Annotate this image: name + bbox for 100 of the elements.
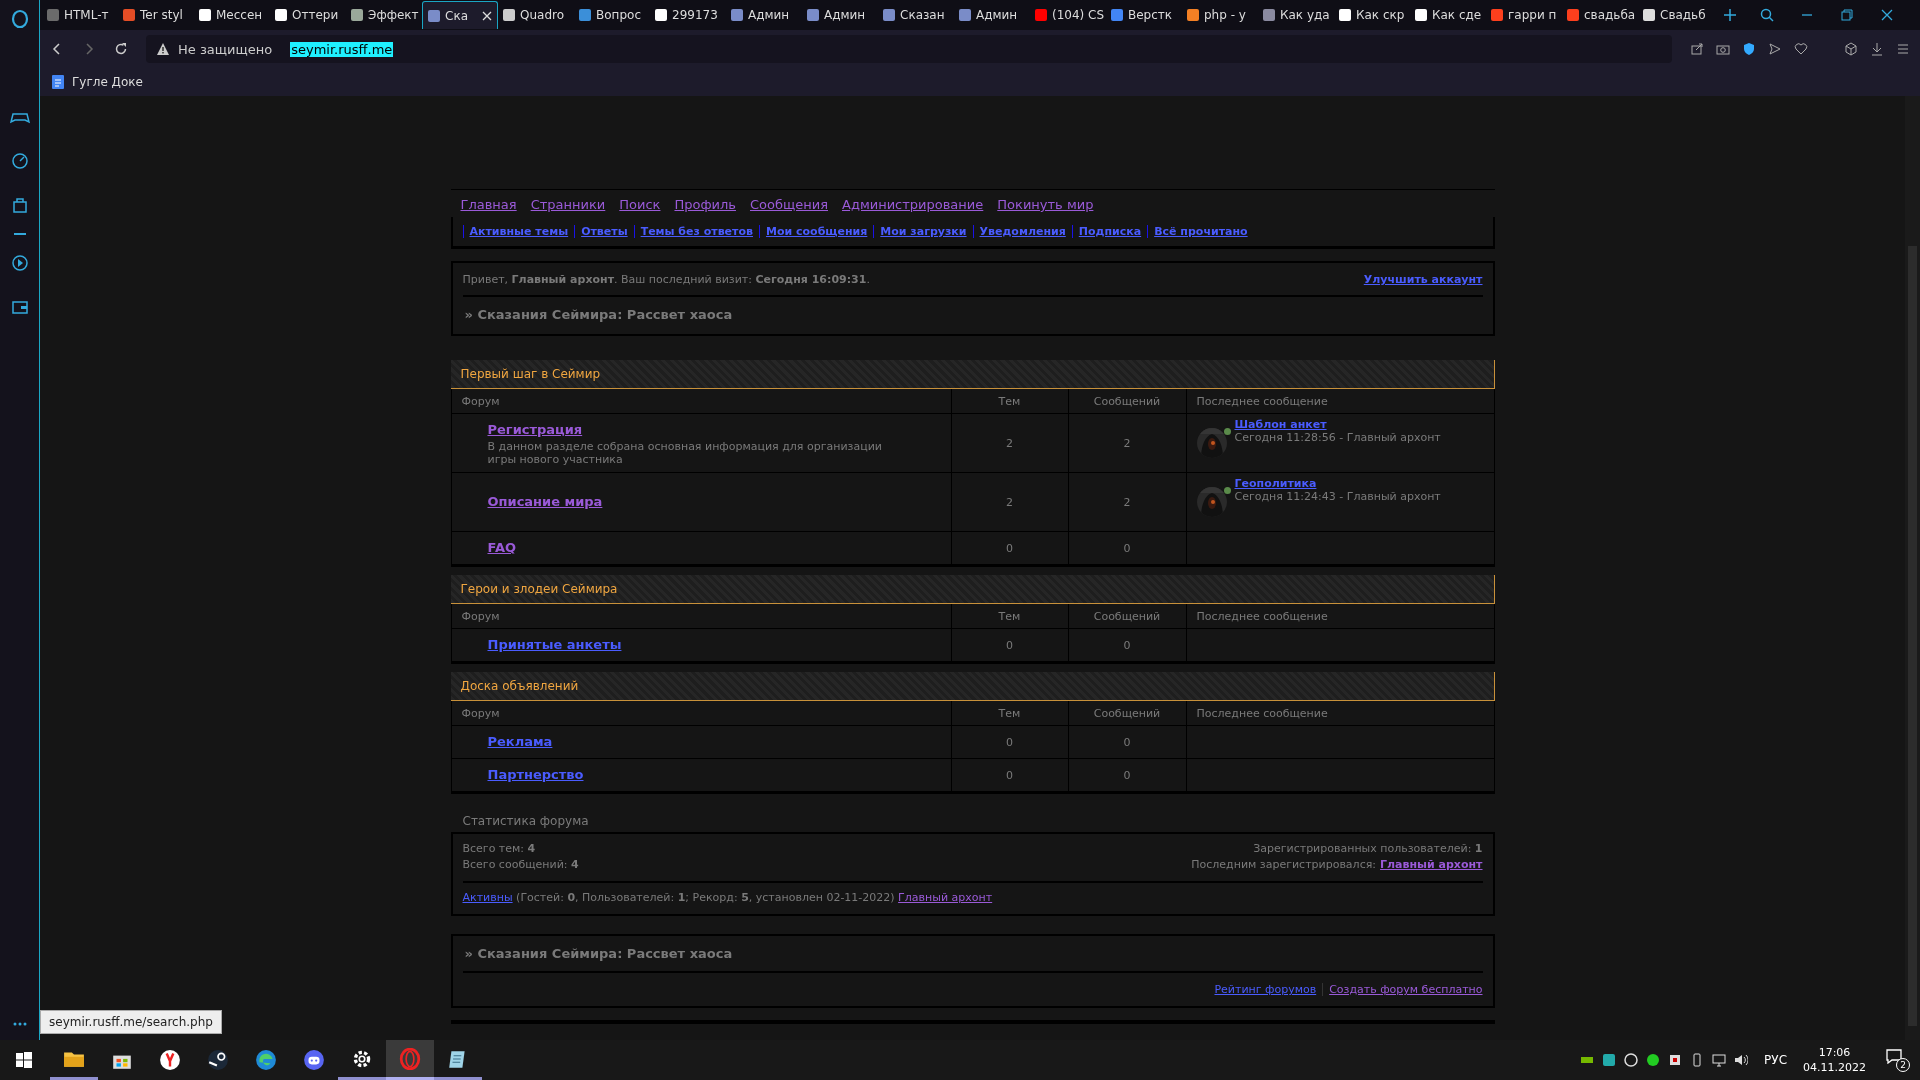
browser-tab[interactable]: Админ	[726, 1, 802, 29]
cube-icon[interactable]	[1844, 42, 1858, 56]
browser-tab[interactable]: Оттери	[270, 1, 346, 29]
browser-tab[interactable]: Вопрос	[574, 1, 650, 29]
bookmark[interactable]: Гугле Доке	[52, 75, 143, 89]
browser-tab[interactable]: Quadro	[498, 1, 574, 29]
shield-icon[interactable]	[1742, 42, 1756, 56]
browser-tab[interactable]: гарри п	[1486, 1, 1562, 29]
nav-link[interactable]: Покинуть мир	[997, 197, 1094, 212]
restore-icon[interactable]	[1840, 8, 1854, 22]
browser-tab[interactable]: свадьба	[1562, 1, 1638, 29]
browser-tab[interactable]: php - у	[1182, 1, 1258, 29]
column-header: Последнее сообщение	[1195, 608, 1329, 625]
notification-icon	[1886, 1048, 1902, 1064]
more-icon[interactable]	[12, 1022, 27, 1026]
discord-icon	[303, 1049, 325, 1071]
table-cell: 0	[1006, 768, 1013, 782]
nav-link[interactable]: Подписка	[1071, 225, 1148, 238]
nav-link[interactable]: Активные темы	[462, 225, 575, 238]
stats-title: Статистика форума	[461, 813, 590, 830]
table-cell: 0	[1123, 541, 1131, 555]
forum-link[interactable]: Реклама	[487, 732, 553, 752]
nav-link[interactable]: Странники	[530, 197, 606, 212]
browser-tab[interactable]: Мессен	[194, 1, 270, 29]
browser-tab[interactable]: Админ	[954, 1, 1030, 29]
browser-tab[interactable]: Админ	[802, 1, 878, 29]
browser-tab[interactable]: Ска	[422, 1, 498, 29]
nav-link[interactable]: Поиск	[619, 197, 661, 212]
browser-tab[interactable]: Эффект	[346, 1, 422, 29]
column-header: Форум	[451, 389, 952, 413]
table-cell: 0	[1123, 638, 1131, 652]
browser-tab[interactable]: HTML-т	[42, 1, 118, 29]
opera-icon	[399, 1047, 421, 1070]
post-meta: Сегодня 11:28:56 - Главный архонт	[1234, 431, 1441, 444]
app-tray-icon[interactable]	[1646, 1053, 1661, 1067]
column-header: Тем	[951, 389, 1069, 413]
browser-tab[interactable]: Сказан	[878, 1, 954, 29]
close-icon[interactable]	[1880, 8, 1894, 22]
browser-icon	[159, 1049, 181, 1071]
nav-link[interactable]: Сообщения	[750, 197, 828, 212]
app-tray-icon[interactable]	[1668, 1053, 1683, 1067]
upgrade-link[interactable]: Улучшить аккаунт	[1363, 273, 1483, 286]
warning-icon	[156, 42, 170, 56]
footer-link[interactable]: Создать форум бесплатно	[1322, 983, 1483, 996]
volume-icon[interactable]	[1734, 1053, 1749, 1067]
heart-icon[interactable]	[1794, 42, 1808, 56]
search-icon[interactable]	[1760, 8, 1774, 22]
app-tray-icon[interactable]	[1624, 1053, 1639, 1067]
url-text: seymir.rusff.me	[290, 41, 394, 57]
forum-link[interactable]: Регистрация	[487, 420, 583, 440]
nav-link[interactable]: Всё прочитано	[1147, 225, 1254, 238]
network-icon[interactable]	[1712, 1053, 1727, 1067]
reload-icon[interactable]	[114, 42, 128, 56]
online-stats: Активны (Гостей: 0, Пользователей: 1; Рекорд: 5, установлен 02-11-2022) Главный архонт	[462, 890, 994, 904]
download-icon[interactable]	[1870, 42, 1884, 56]
nav-link[interactable]: Главная	[460, 197, 517, 212]
topic-link[interactable]: Геополитика	[1234, 477, 1441, 490]
nav-link[interactable]: Ответы	[574, 225, 634, 238]
send-icon[interactable]	[1768, 42, 1782, 56]
notification-button[interactable]: 2	[1886, 1048, 1910, 1072]
browser-tab[interactable]: Как скр	[1334, 1, 1410, 29]
user-link[interactable]: Главный архонт	[898, 891, 993, 904]
address-field[interactable]: Не защищено seymir.rusff.me	[146, 35, 1672, 63]
browser-tab[interactable]: Верстк	[1106, 1, 1182, 29]
nav-link[interactable]: Администрирование	[842, 197, 984, 212]
online-link[interactable]: Активны	[462, 891, 513, 904]
greeting-text: Привет, Главный архонт. Ваш последний визит: Сегодня 16:09:31.	[462, 273, 870, 286]
column-header: Тем	[951, 701, 1069, 725]
nav-link[interactable]: Уведомления	[972, 225, 1072, 238]
column-header: Сообщений	[1068, 701, 1187, 725]
forum-link[interactable]: FAQ	[487, 538, 516, 558]
share-icon[interactable]	[1690, 42, 1704, 56]
browser-tab[interactable]: (104) CS	[1030, 1, 1106, 29]
browser-tab[interactable]: Как сде	[1410, 1, 1486, 29]
browser-tab[interactable]: Ter styl	[118, 1, 194, 29]
user-link[interactable]: Главный архонт	[1380, 858, 1483, 871]
browser-tab[interactable]: Как уда	[1258, 1, 1334, 29]
document-icon	[52, 75, 64, 89]
windows-start-icon[interactable]	[16, 1052, 32, 1068]
opera-logo-icon[interactable]	[9, 9, 30, 29]
nav-link[interactable]: Мои сообщения	[758, 225, 874, 238]
browser-tab[interactable]: 299173	[650, 1, 726, 29]
language-indicator[interactable]: РУС	[1764, 1053, 1787, 1067]
footer-link[interactable]: Рейтинг форумов	[1208, 983, 1323, 996]
app-tray-icon[interactable]	[1602, 1053, 1617, 1067]
forum-link[interactable]: Принятые анкеты	[487, 635, 622, 655]
browser-tab[interactable]: Свадьб	[1638, 1, 1714, 29]
nav-link[interactable]: Мои загрузки	[873, 225, 973, 238]
forum-link[interactable]: Описание мира	[487, 492, 603, 512]
menu-icon[interactable]	[1896, 42, 1910, 56]
security-label: Не защищено	[178, 41, 273, 57]
clock[interactable]: 17:06 04.11.2022	[1803, 1045, 1866, 1075]
nav-link[interactable]: Профиль	[674, 197, 736, 212]
speedometer-icon[interactable]	[9, 151, 30, 171]
topic-link[interactable]: Шаблон анкет	[1234, 418, 1441, 431]
nav-link[interactable]: Темы без ответов	[633, 225, 759, 238]
forum-link[interactable]: Партнерство	[487, 765, 584, 785]
new-tab-icon[interactable]	[1724, 9, 1736, 21]
camera-icon[interactable]	[1716, 42, 1730, 56]
play-icon[interactable]	[9, 253, 30, 273]
